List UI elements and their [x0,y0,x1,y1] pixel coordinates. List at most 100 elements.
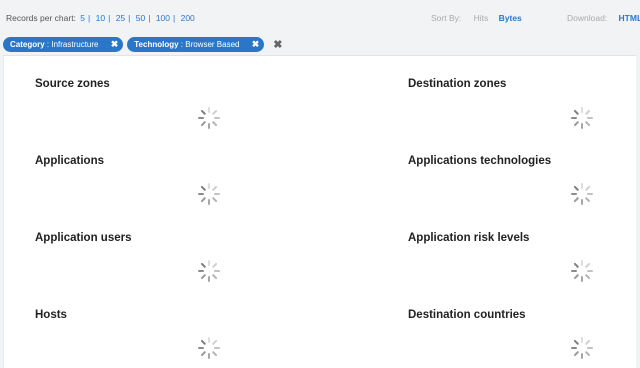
spinner-segment [584,185,591,192]
spinner-segment [208,276,210,282]
records-per-chart: Records per chart: 5 | 10 | 25 | 50 | 100 | 2… [6,13,197,23]
records-separator: | [128,13,131,23]
spinner-icon [571,260,593,282]
spinner-segment [208,107,210,113]
spinner-segment [214,270,220,272]
spinner-segment [581,353,583,359]
widget-title: Application risk levels [408,232,530,244]
widget-destination-countries: Destination countries [408,309,640,368]
spinner-segment [581,337,583,343]
clear-filters-icon[interactable]: ✖ [273,38,282,51]
spinner-segment [581,260,583,266]
spinner-segment [200,350,207,357]
records-option-5[interactable]: 5 [80,13,85,23]
filter-key: Category [10,40,45,49]
spinner-segment [587,117,593,119]
spinner-segment [571,117,577,119]
spinner-segment [211,196,218,203]
spinner-segment [211,120,218,127]
spinner-segment [208,337,210,343]
spinner-segment [211,262,218,269]
sort-by-label: Sort By: [431,13,462,23]
spinner-segment [198,193,204,195]
spinner-icon [571,183,593,205]
filter-chip-technology: Technology : Browser Based ✖ [127,37,265,52]
sort-bytes-link[interactable]: Bytes [499,13,522,23]
remove-filter-icon[interactable]: ✖ [252,37,260,52]
spinner-icon [198,183,220,205]
spinner-segment [211,185,218,192]
spinner-segment [573,120,580,127]
spinner-segment [198,347,204,349]
spinner-icon [198,260,220,282]
records-separator: | [108,13,111,23]
spinner-segment [571,193,577,195]
spinner-segment [581,276,583,282]
widget-title: Destination countries [408,309,526,321]
widget-destination-zones: Destination zones [408,78,640,148]
widget-source-zones: Source zones [35,78,335,148]
remove-filter-icon[interactable]: ✖ [111,37,119,52]
widget-hosts: Hosts [35,309,335,368]
widget-title: Applications technologies [408,155,552,167]
spinner-segment [200,339,207,346]
spinner-icon [571,337,593,359]
spinner-segment [573,273,580,280]
spinner-segment [573,185,580,192]
spinner-segment [208,353,210,359]
download-label: Download: [567,13,608,23]
spinner-segment [573,262,580,269]
download-html-link[interactable]: HTML [619,13,640,23]
report-toolbar: Records per chart: 5 | 10 | 25 | 50 | 100 | 2… [0,0,640,36]
spinner-segment [587,270,593,272]
spinner-icon [198,107,220,129]
widget-title: Destination zones [408,78,507,90]
widget-title: Hosts [35,309,67,321]
records-option-10[interactable]: 10 [96,13,105,23]
filter-key: Technology [134,40,179,49]
spinner-segment [587,193,593,195]
spinner-segment [581,199,583,205]
records-option-25[interactable]: 25 [116,13,125,23]
widget-applications-technologies: Applications technologies [408,155,640,225]
spinner-segment [200,109,207,116]
report-panel: Source zones Destination zones Applicati… [3,55,636,368]
records-separator: | [173,13,176,23]
spinner-segment [211,350,218,357]
spinner-segment [581,123,583,129]
sort-by: Sort By: Hits Bytes [431,13,522,23]
spinner-segment [208,199,210,205]
filter-value: : Infrastructure [44,40,99,49]
records-separator: | [88,13,91,23]
spinner-segment [214,347,220,349]
spinner-segment [584,262,591,269]
spinner-segment [584,273,591,280]
spinner-segment [573,339,580,346]
spinner-segment [584,350,591,357]
widget-application-users: Application users [35,232,335,302]
sort-hits-link[interactable]: Hits [474,13,489,23]
spinner-segment [584,109,591,116]
spinner-segment [573,196,580,203]
spinner-segment [571,347,577,349]
spinner-segment [200,120,207,127]
widget-application-risk-levels: Application risk levels [408,232,640,302]
records-option-200[interactable]: 200 [181,13,195,23]
spinner-segment [581,183,583,189]
spinner-segment [211,273,218,280]
spinner-icon [571,107,593,129]
spinner-segment [200,196,207,203]
spinner-segment [198,117,204,119]
filter-value: : Browser Based [178,40,240,49]
records-option-100[interactable]: 100 [156,13,170,23]
spinner-segment [214,117,220,119]
spinner-segment [573,109,580,116]
records-per-chart-label: Records per chart: [6,13,76,23]
spinner-segment [208,123,210,129]
records-option-50[interactable]: 50 [136,13,145,23]
spinner-segment [587,347,593,349]
spinner-segment [584,196,591,203]
spinner-segment [584,339,591,346]
spinner-segment [198,270,204,272]
records-separator: | [148,13,151,23]
